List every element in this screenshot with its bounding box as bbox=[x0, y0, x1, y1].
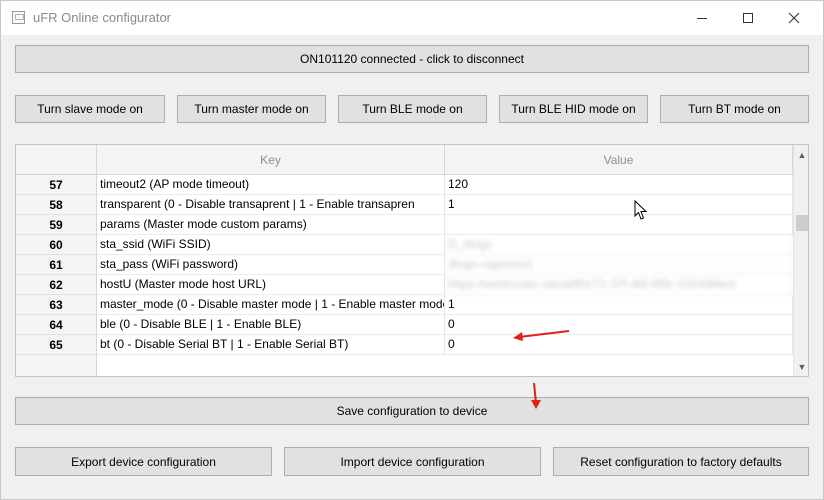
table-row[interactable]: 58 transparent (0 - Disable transaprent … bbox=[16, 195, 793, 215]
annotation-arrow-icon bbox=[513, 330, 570, 341]
key-cell[interactable]: transparent (0 - Disable transaprent | 1… bbox=[97, 195, 445, 215]
value-cell[interactable] bbox=[445, 215, 793, 235]
master-mode-button[interactable]: Turn master mode on bbox=[177, 95, 326, 123]
value-column-header[interactable]: Value bbox=[445, 145, 793, 175]
value-cell[interactable]: 0 bbox=[445, 335, 793, 355]
table-row[interactable]: 59 params (Master mode custom params) bbox=[16, 215, 793, 235]
maximize-button[interactable] bbox=[725, 1, 771, 35]
annotation-arrow-down-icon bbox=[531, 382, 541, 409]
value-cell[interactable]: 1 bbox=[445, 195, 793, 215]
key-column-header[interactable]: Key bbox=[97, 145, 445, 175]
row-number: 62 bbox=[16, 275, 97, 295]
key-cell[interactable]: sta_pass (WiFi password) bbox=[97, 255, 445, 275]
key-cell[interactable]: sta_ssid (WiFi SSID) bbox=[97, 235, 445, 255]
minimize-button[interactable] bbox=[679, 1, 725, 35]
table-row[interactable]: 64 ble (0 - Disable BLE | 1 - Enable BLE… bbox=[16, 315, 793, 335]
title-bar[interactable]: uFR Online configurator bbox=[1, 1, 823, 35]
key-cell[interactable]: ble (0 - Disable BLE | 1 - Enable BLE) bbox=[97, 315, 445, 335]
row-number: 58 bbox=[16, 195, 97, 215]
factory-reset-button[interactable]: Reset configuration to factory defaults bbox=[553, 447, 809, 476]
row-number: 65 bbox=[16, 335, 97, 355]
key-cell[interactable]: bt (0 - Disable Serial BT | 1 - Enable S… bbox=[97, 335, 445, 355]
row-number: 61 bbox=[16, 255, 97, 275]
value-cell[interactable]: D_dlogs bbox=[445, 235, 793, 255]
table-row[interactable]: 57 timeout2 (AP mode timeout) 120 bbox=[16, 175, 793, 195]
key-cell[interactable]: master_mode (0 - Disable master mode | 1… bbox=[97, 295, 445, 315]
slave-mode-button[interactable]: Turn slave mode on bbox=[15, 95, 165, 123]
scroll-up-icon[interactable]: ▲ bbox=[794, 147, 808, 163]
table-scrollbar[interactable]: ▲ ▼ bbox=[793, 145, 808, 376]
export-config-button[interactable]: Export device configuration bbox=[15, 447, 272, 476]
bt-mode-button[interactable]: Turn BT mode on bbox=[660, 95, 809, 123]
key-cell[interactable]: params (Master mode custom params) bbox=[97, 215, 445, 235]
table-row[interactable]: 60 sta_ssid (WiFi SSID) D_dlogs bbox=[16, 235, 793, 255]
row-number: 59 bbox=[16, 215, 97, 235]
scroll-down-icon[interactable]: ▼ bbox=[794, 359, 808, 375]
ble-mode-button[interactable]: Turn BLE mode on bbox=[338, 95, 487, 123]
key-cell[interactable]: timeout2 (AP mode timeout) bbox=[97, 175, 445, 195]
import-config-button[interactable]: Import device configuration bbox=[284, 447, 541, 476]
value-cell[interactable]: https://webhooks.site/a8f0c71-37f-46f-8f… bbox=[445, 275, 793, 295]
mouse-cursor-icon bbox=[634, 200, 648, 220]
value-cell[interactable]: dlogs-rsgumns1 bbox=[445, 255, 793, 275]
maximize-icon bbox=[743, 13, 753, 23]
config-table[interactable]: Key Value 57 timeout2 (AP mode timeout) … bbox=[15, 144, 809, 377]
ble-hid-mode-button[interactable]: Turn BLE HID mode on bbox=[499, 95, 648, 123]
row-number: 60 bbox=[16, 235, 97, 255]
close-button[interactable] bbox=[771, 1, 817, 35]
row-number: 64 bbox=[16, 315, 97, 335]
save-config-button[interactable]: Save configuration to device bbox=[15, 397, 809, 425]
minimize-icon bbox=[697, 17, 707, 19]
app-window-icon bbox=[12, 11, 25, 24]
table-row[interactable]: 62 hostU (Master mode host URL) https://… bbox=[16, 275, 793, 295]
row-number: 63 bbox=[16, 295, 97, 315]
table-row[interactable]: 63 master_mode (0 - Disable master mode … bbox=[16, 295, 793, 315]
value-cell[interactable]: 0 bbox=[445, 315, 793, 335]
scroll-thumb[interactable] bbox=[796, 215, 808, 231]
app-window: uFR Online configurator ON101120 connect… bbox=[0, 0, 824, 500]
disconnect-button[interactable]: ON101120 connected - click to disconnect bbox=[15, 45, 809, 73]
close-icon bbox=[788, 12, 800, 24]
row-number: 57 bbox=[16, 175, 97, 195]
table-row[interactable]: 61 sta_pass (WiFi password) dlogs-rsgumn… bbox=[16, 255, 793, 275]
row-header-filler bbox=[16, 355, 97, 376]
table-corner[interactable] bbox=[16, 145, 97, 175]
window-title: uFR Online configurator bbox=[33, 10, 172, 25]
table-row[interactable]: 65 bt (0 - Disable Serial BT | 1 - Enabl… bbox=[16, 335, 793, 355]
value-cell[interactable]: 120 bbox=[445, 175, 793, 195]
value-cell[interactable]: 1 bbox=[445, 295, 793, 315]
key-cell[interactable]: hostU (Master mode host URL) bbox=[97, 275, 445, 295]
